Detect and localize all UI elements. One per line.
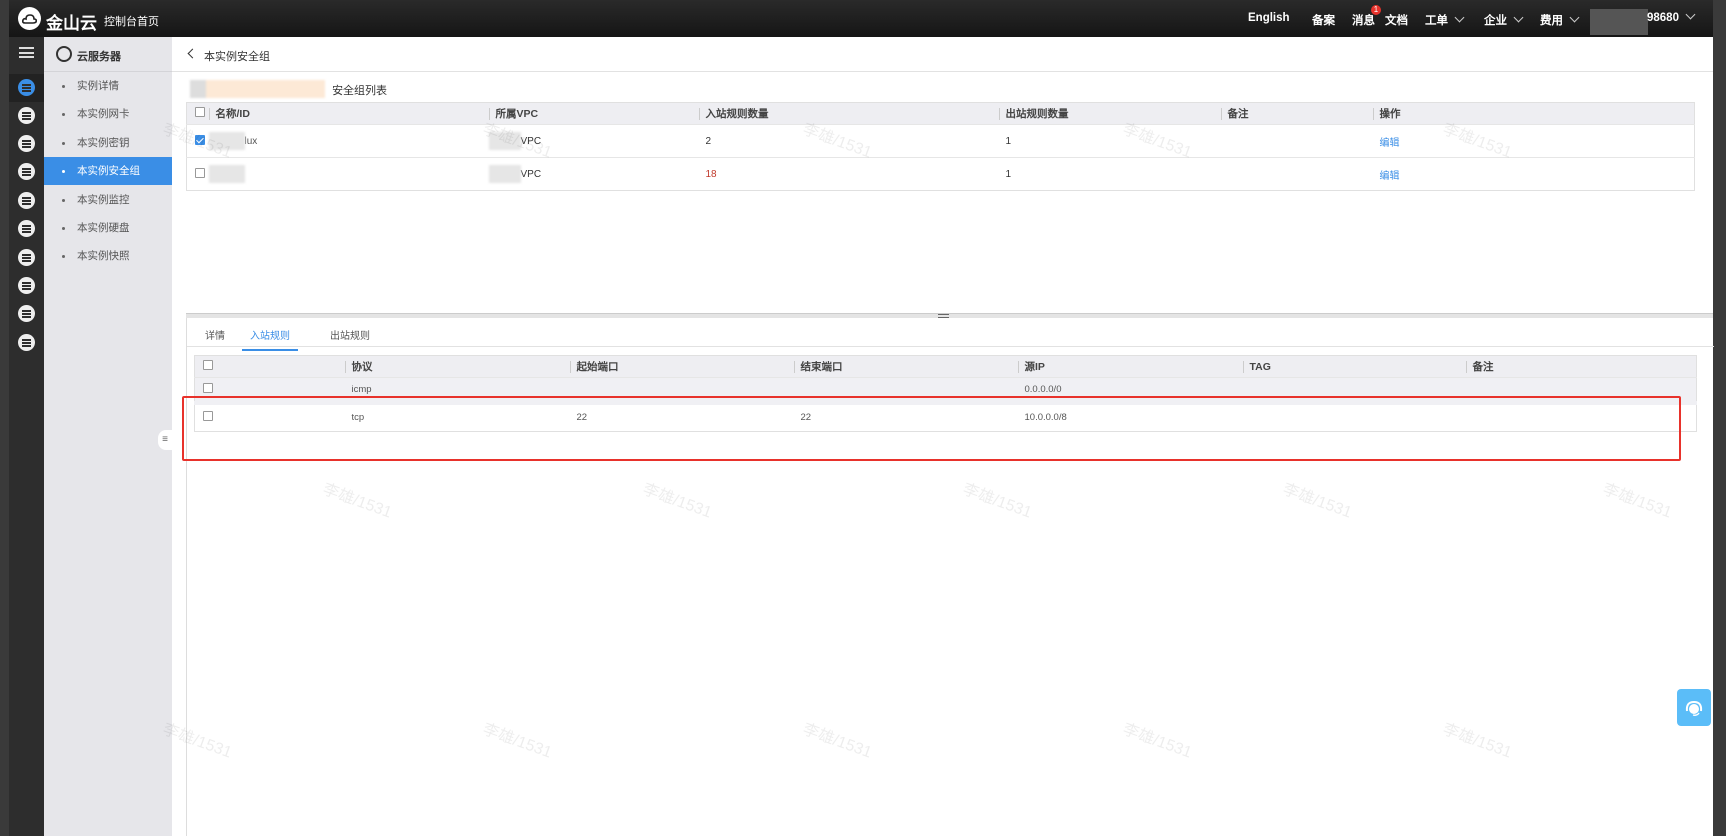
col-end-port: 结束端口 <box>793 361 843 373</box>
table-header: 名称/ID 所属VPC 入站规则数量 出站规则数量 备注 操作 <box>186 102 1695 125</box>
row-checkbox[interactable] <box>195 167 205 178</box>
billing-label: 费用 <box>1540 15 1563 27</box>
sidebar-item-nic[interactable]: 本实例网卡 <box>44 100 172 128</box>
sub-sidebar: 云服务器 实例详情 本实例网卡 本实例密钥 本实例安全组 本实例监控 本实例硬盘… <box>44 37 172 836</box>
back-arrow-icon[interactable] <box>187 48 198 59</box>
redacted <box>488 132 521 150</box>
robot-icon[interactable] <box>18 135 35 152</box>
tickets-label: 工单 <box>1425 15 1448 27</box>
col-note: 备注 <box>1220 108 1249 120</box>
cloud-sync-icon[interactable] <box>18 192 35 209</box>
col-tag: TAG <box>1242 360 1271 373</box>
sidebar-item-snapshots[interactable]: 本实例快照 <box>44 242 172 270</box>
sidebar-item-monitoring[interactable]: 本实例监控 <box>44 186 172 214</box>
sidebar-item-security-group[interactable]: 本实例安全组 <box>44 157 172 185</box>
sg-list-title-text: 安全组列表 <box>332 85 388 97</box>
outbound-count: 1 <box>1005 169 1012 180</box>
col-outbound: 出站规则数量 <box>998 108 1069 120</box>
logo-icon[interactable] <box>18 7 41 30</box>
nav-tickets[interactable]: 工单 <box>1425 12 1465 28</box>
sg-vpc: VPC <box>520 135 542 147</box>
nav-english[interactable]: English <box>1248 12 1290 24</box>
mail-icon[interactable] <box>18 305 35 322</box>
collapse-sidebar-handle[interactable]: ≡ <box>158 430 172 450</box>
tab-inbound-rules[interactable]: 入站规则 <box>242 327 298 351</box>
tab-outbound-rules[interactable]: 出站规则 <box>330 327 370 342</box>
headset-icon <box>1685 700 1703 716</box>
sidebar-header: 云服务器 <box>44 37 172 72</box>
console-home-link[interactable]: 控制台首页 <box>104 13 159 29</box>
nav-docs[interactable]: 文档 <box>1385 12 1408 28</box>
redacted <box>488 165 521 183</box>
row-checkbox[interactable] <box>195 134 205 145</box>
table-row[interactable]: VPC 18 1 编辑 <box>186 157 1695 191</box>
col-start-port: 起始端口 <box>569 361 619 373</box>
security-group-table: 名称/ID 所属VPC 入站规则数量 出站规则数量 备注 操作 lux VPC … <box>186 102 1695 191</box>
main-content: 本实例安全组 安全组列表 名称/ID 所属VPC 入站规则数量 出站规则数量 备… <box>160 37 1714 836</box>
sg-vpc: VPC <box>520 168 542 180</box>
account-menu[interactable]: 98680 <box>1647 9 1696 24</box>
page-title: 本实例安全组 <box>204 51 270 63</box>
edit-link[interactable]: 编辑 <box>1380 138 1400 149</box>
col-vpc: 所属VPC <box>488 108 539 120</box>
col-inbound: 入站规则数量 <box>698 108 769 120</box>
customer-service-button[interactable] <box>1677 689 1711 726</box>
sg-list-title: 安全组列表 <box>190 80 387 102</box>
chevron-down-icon <box>1685 9 1696 20</box>
nav-beian[interactable]: 备案 <box>1312 12 1335 28</box>
select-all-checkbox[interactable] <box>195 107 205 117</box>
col-source-ip: 源IP <box>1017 361 1045 373</box>
highlight-box <box>182 396 1681 461</box>
breadcrumb: 本实例安全组 <box>172 37 1713 72</box>
server-icon[interactable] <box>18 79 35 96</box>
account-blur <box>1590 9 1648 35</box>
sidebar-title: 云服务器 <box>77 51 121 63</box>
layers-icon[interactable] <box>18 249 35 266</box>
chevron-down-icon <box>1454 12 1465 23</box>
brand-name[interactable]: 金山云 <box>46 9 97 34</box>
tab-bar: 详情 入站规则 出站规则 <box>187 318 1714 351</box>
sg-name: lux <box>244 135 258 147</box>
redacted-instance-name <box>190 80 325 98</box>
chevron-down-icon <box>1513 12 1524 23</box>
monitor-icon[interactable] <box>18 334 35 351</box>
col-protocol: 协议 <box>344 361 373 373</box>
inbound-count: 2 <box>705 136 712 147</box>
table-row[interactable]: lux VPC 2 1 编辑 <box>186 124 1695 158</box>
sidebar-item-keys[interactable]: 本实例密钥 <box>44 129 172 157</box>
cluster-icon[interactable] <box>18 163 35 180</box>
redacted <box>208 165 245 183</box>
menu-icon[interactable] <box>19 47 34 58</box>
col-note: 备注 <box>1465 361 1494 373</box>
nav-messages[interactable]: 消息 <box>1352 12 1375 28</box>
enterprise-label: 企业 <box>1484 15 1507 27</box>
outbound-count: 1 <box>1005 136 1012 147</box>
row-checkbox[interactable] <box>203 382 213 393</box>
message-badge: 1 <box>1371 5 1381 15</box>
edit-link[interactable]: 编辑 <box>1380 171 1400 182</box>
chevron-down-icon <box>1569 12 1580 23</box>
sidebar-item-details[interactable]: 实例详情 <box>44 72 172 100</box>
top-header: 金山云 控制台首页 English 备案 消息 1 文档 工单 企业 费用 98… <box>9 0 1713 37</box>
sidebar-item-disks[interactable]: 本实例硬盘 <box>44 214 172 242</box>
tab-details[interactable]: 详情 <box>205 327 225 342</box>
col-action: 操作 <box>1372 108 1401 120</box>
product-icon-bar <box>9 37 44 836</box>
redacted <box>208 132 245 150</box>
network-icon[interactable] <box>18 107 35 124</box>
col-name: 名称/ID <box>208 108 250 120</box>
server-icon <box>56 46 72 62</box>
account-id: 98680 <box>1647 12 1679 24</box>
database-icon[interactable] <box>18 220 35 237</box>
table-header: 协议 起始端口 结束端口 源IP TAG 备注 <box>194 355 1697 378</box>
nav-billing[interactable]: 费用 <box>1540 12 1580 28</box>
inbound-count: 18 <box>705 169 717 180</box>
select-all-checkbox[interactable] <box>203 360 213 370</box>
cloud-upload-icon[interactable] <box>18 277 35 294</box>
nav-enterprise[interactable]: 企业 <box>1484 12 1524 28</box>
